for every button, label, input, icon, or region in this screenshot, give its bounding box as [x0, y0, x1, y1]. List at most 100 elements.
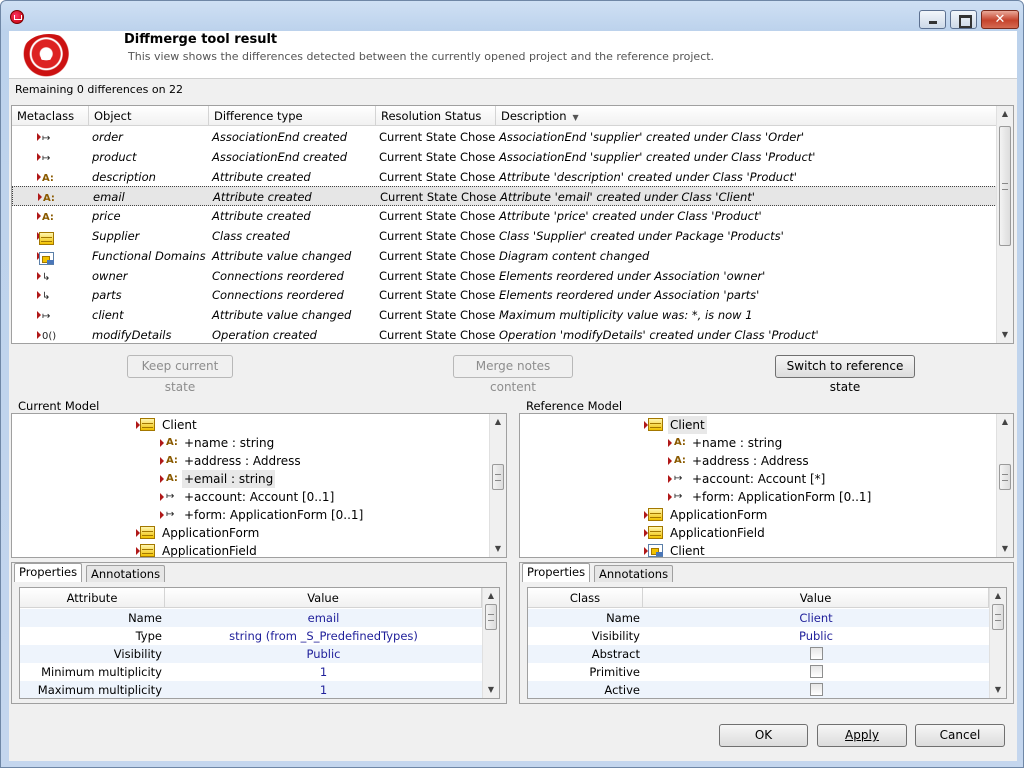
property-row[interactable]: Active: [528, 681, 989, 698]
differences-table[interactable]: Metaclass Object Difference type Resolut…: [11, 105, 1014, 344]
scroll-down-icon[interactable]: ▼: [997, 327, 1013, 343]
table-scrollbar[interactable]: ▲ ▼: [996, 106, 1013, 343]
property-value[interactable]: Client: [643, 609, 989, 627]
close-button[interactable]: [981, 10, 1019, 29]
property-value[interactable]: [643, 681, 989, 698]
expand-arrow-icon[interactable]: [160, 493, 164, 501]
reference-props-scrollbar[interactable]: ▲ ▼: [989, 588, 1006, 698]
expand-arrow-icon[interactable]: [160, 457, 164, 465]
table-row[interactable]: A: description Attribute created Current St…: [12, 167, 997, 187]
property-value[interactable]: 1: [165, 663, 482, 681]
current-props-scrollbar[interactable]: ▲ ▼: [482, 588, 499, 698]
association-icon: ↳: [42, 271, 51, 283]
ok-button[interactable]: OK: [719, 724, 808, 747]
tab-annotations[interactable]: Annotations: [594, 565, 674, 582]
modelio-logo-icon: [21, 34, 77, 78]
association-end-icon: ↦: [166, 491, 175, 502]
expand-arrow-icon[interactable]: [668, 475, 672, 483]
current-properties-table[interactable]: Attribute Value Name email Type string (fro…: [19, 587, 500, 699]
tab-properties[interactable]: Properties: [522, 563, 591, 582]
table-row[interactable]: ↦ order AssociationEnd created Current Stat…: [12, 127, 997, 147]
maximize-button[interactable]: [950, 10, 977, 29]
scroll-up-icon[interactable]: ▲: [997, 106, 1013, 122]
description-cell: Attribute 'price' created under Class 'P…: [499, 209, 762, 224]
expand-arrow-icon[interactable]: [668, 457, 672, 465]
property-row[interactable]: Name Client: [528, 609, 989, 627]
tab-annotations[interactable]: Annotations: [86, 565, 166, 582]
attribute-icon: A:: [166, 455, 178, 466]
tab-properties[interactable]: Properties: [14, 563, 83, 582]
current-model-tree[interactable]: Client A: +name : string A: +address : Addre…: [11, 413, 507, 558]
scroll-down-icon[interactable]: ▼: [483, 682, 499, 698]
expand-arrow-icon[interactable]: [668, 493, 672, 501]
checkbox[interactable]: [809, 683, 823, 696]
property-value[interactable]: email: [165, 609, 482, 627]
scroll-up-icon[interactable]: ▲: [483, 588, 499, 604]
expand-arrow-icon: [37, 133, 41, 141]
property-row[interactable]: Primitive: [528, 663, 989, 681]
property-value[interactable]: [643, 645, 989, 663]
col-resolution-status[interactable]: Resolution Status: [376, 106, 496, 126]
property-value[interactable]: [643, 663, 989, 681]
table-row[interactable]: ↳ parts Connections reordered Current State…: [12, 285, 997, 305]
checkbox[interactable]: [809, 647, 823, 660]
keep-current-state-button[interactable]: Keep current state: [127, 355, 233, 394]
scroll-thumb[interactable]: [992, 604, 1004, 630]
apply-button[interactable]: Apply: [817, 724, 907, 747]
table-row[interactable]: Functional Domains Attribute value change…: [12, 246, 997, 266]
table-row[interactable]: ↳ owner Connections reordered Current State…: [12, 266, 997, 286]
tree-node-label: +form: ApplicationForm [0..1]: [692, 490, 872, 504]
merge-notes-content-button[interactable]: Merge notes content: [453, 355, 573, 394]
scroll-up-icon[interactable]: ▲: [997, 414, 1013, 430]
table-row[interactable]: ↦ product AssociationEnd created Current St…: [12, 147, 997, 167]
scroll-up-icon[interactable]: ▲: [990, 588, 1006, 604]
scroll-thumb[interactable]: [999, 126, 1011, 246]
col-description[interactable]: Description ▼: [496, 106, 997, 126]
expand-arrow-icon[interactable]: [668, 439, 672, 447]
property-row[interactable]: Minimum multiplicity 1: [20, 663, 482, 681]
property-row[interactable]: Name email: [20, 609, 482, 627]
cancel-button[interactable]: Cancel: [915, 724, 1005, 747]
scroll-down-icon[interactable]: ▼: [997, 541, 1013, 557]
col-difference-type[interactable]: Difference type: [209, 106, 376, 126]
diagram-icon: [648, 544, 663, 557]
property-row[interactable]: Visibility Public: [528, 627, 989, 645]
title-bar[interactable]: [1, 1, 1023, 31]
resolution-status-cell: Current State Chosen: [379, 328, 496, 342]
table-row[interactable]: 0() modifyDetails Operation created Current…: [12, 325, 997, 343]
col-object[interactable]: Object: [89, 106, 209, 126]
property-row[interactable]: Abstract: [528, 645, 989, 663]
description-cell: Attribute 'description' created under Cl…: [499, 169, 797, 184]
minimize-button[interactable]: [919, 10, 946, 29]
reference-model-tree[interactable]: Client A: +name : string A: +address : Addre…: [519, 413, 1014, 558]
property-value[interactable]: string (from _S_PredefinedTypes): [165, 627, 482, 645]
expand-arrow-icon[interactable]: [160, 475, 164, 483]
attribute-icon: A:: [674, 437, 686, 448]
table-row[interactable]: Supplier Class created Current State Chose…: [12, 226, 997, 246]
reference-tree-scrollbar[interactable]: ▲ ▼: [996, 414, 1013, 557]
current-tree-scrollbar[interactable]: ▲ ▼: [489, 414, 506, 557]
property-value[interactable]: 1: [165, 681, 482, 698]
property-value[interactable]: Public: [643, 627, 989, 645]
table-row[interactable]: A: email Attribute created Current State Ch…: [12, 186, 997, 207]
property-row[interactable]: Type string (from _S_PredefinedTypes): [20, 627, 482, 645]
scroll-thumb[interactable]: [485, 604, 497, 630]
col-metaclass[interactable]: Metaclass: [12, 106, 89, 126]
table-row[interactable]: ↦ client Attribute value changed Current St…: [12, 305, 997, 325]
resolution-status-cell: Current State Chosen: [379, 169, 496, 184]
property-row[interactable]: Visibility Public: [20, 645, 482, 663]
switch-to-reference-state-button[interactable]: Switch to reference state: [775, 355, 915, 394]
scroll-down-icon[interactable]: ▼: [990, 682, 1006, 698]
expand-arrow-icon: [37, 212, 41, 221]
scroll-thumb[interactable]: [999, 464, 1011, 490]
scroll-down-icon[interactable]: ▼: [490, 541, 506, 557]
scroll-thumb[interactable]: [492, 464, 504, 490]
expand-arrow-icon[interactable]: [160, 439, 164, 447]
property-row[interactable]: Maximum multiplicity 1: [20, 681, 482, 698]
expand-arrow-icon[interactable]: [160, 511, 164, 519]
table-row[interactable]: A: price Attribute created Current State Ch…: [12, 206, 997, 226]
reference-properties-table[interactable]: Class Value Name Client Visibility Public Ab…: [527, 587, 1007, 699]
checkbox[interactable]: [809, 665, 823, 678]
property-value[interactable]: Public: [165, 645, 482, 663]
scroll-up-icon[interactable]: ▲: [490, 414, 506, 430]
